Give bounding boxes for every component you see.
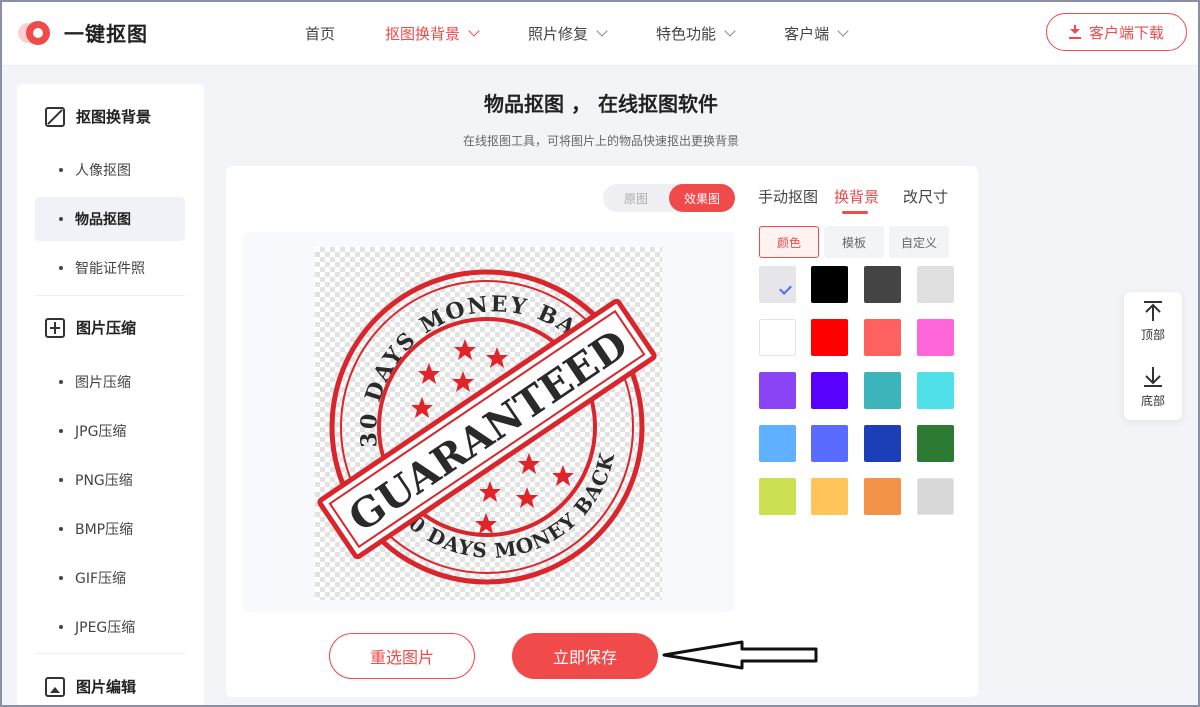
color-swatch[interactable]: [917, 319, 954, 356]
color-swatch[interactable]: [917, 478, 954, 515]
chevron-down-icon: [724, 24, 736, 37]
sidebar-section-label: 图片压缩: [76, 319, 137, 337]
color-swatch[interactable]: [864, 266, 901, 303]
sidebar-item-id-photo[interactable]: 智能证件照: [35, 246, 185, 290]
chevron-down-icon: [596, 24, 608, 37]
color-swatch[interactable]: [811, 319, 848, 356]
color-swatch[interactable]: [759, 372, 796, 409]
sidebar-divider: [35, 653, 185, 654]
color-swatch[interactable]: [917, 372, 954, 409]
color-swatch[interactable]: [864, 478, 901, 515]
sidebar-item-gif-compress[interactable]: GIF压缩: [35, 556, 185, 600]
sidebar-item-portrait-cutout[interactable]: 人像抠图: [35, 148, 185, 192]
editor-tabs: 手动抠图 换背景 改尺寸: [758, 186, 964, 214]
nav-features[interactable]: 特色功能: [656, 23, 736, 44]
annotation-arrow-icon: [662, 640, 818, 670]
main-nav: 首页 抠图换背景 照片修复 特色功能 客户端: [305, 0, 897, 66]
nav-features-label: 特色功能: [656, 24, 717, 43]
nav-home-label: 首页: [305, 24, 336, 43]
top-header: 一键抠图 首页 抠图换背景 照片修复 特色功能 客户端 客户端下载: [0, 0, 1200, 66]
scroll-top-button[interactable]: 顶部: [1124, 300, 1182, 360]
logo-icon: [16, 19, 52, 47]
color-swatch[interactable]: [811, 478, 848, 515]
background-subtabs: 颜色 模板 自定义: [759, 226, 954, 258]
sidebar-item-label: JPG压缩: [75, 424, 127, 440]
sidebar-item-bmp-compress[interactable]: BMP压缩: [35, 507, 185, 551]
nav-client[interactable]: 客户端: [784, 23, 849, 44]
sidebar-item-label: 图片压缩: [75, 375, 131, 391]
nav-photo-repair[interactable]: 照片修复: [528, 23, 608, 44]
arrow-down-icon: [1144, 367, 1162, 387]
tab-change-background[interactable]: 换背景: [834, 186, 879, 214]
color-swatch[interactable]: [811, 372, 848, 409]
tab-manual-cutout[interactable]: 手动抠图: [758, 186, 818, 207]
subtab-color[interactable]: 颜色: [759, 226, 819, 258]
download-icon: [1068, 25, 1081, 39]
color-swatch[interactable]: [759, 425, 796, 462]
sidebar-item-jpg-compress[interactable]: JPG压缩: [35, 409, 185, 453]
nav-photo-repair-label: 照片修复: [528, 24, 589, 43]
client-download-label: 客户端下载: [1088, 23, 1164, 42]
color-swatch[interactable]: [917, 425, 954, 462]
sidebar-section-image-edit[interactable]: 图片编辑: [17, 676, 204, 697]
client-download-button[interactable]: 客户端下载: [1046, 13, 1187, 51]
sidebar-section-compress[interactable]: 图片压缩: [17, 317, 204, 338]
app-title: 一键抠图: [64, 22, 148, 46]
scroll-bottom-button[interactable]: 底部: [1124, 366, 1182, 426]
nav-client-label: 客户端: [784, 24, 830, 43]
sidebar-item-label: 物品抠图: [75, 212, 131, 228]
color-swatch[interactable]: [811, 425, 848, 462]
toggle-original[interactable]: 原图: [603, 184, 669, 212]
cutout-icon: [45, 106, 65, 127]
color-swatch[interactable]: [759, 319, 796, 356]
subtab-custom[interactable]: 自定义: [889, 226, 949, 258]
sidebar-section-cutout[interactable]: 抠图换背景: [17, 106, 204, 127]
subtab-template[interactable]: 模板: [824, 226, 884, 258]
color-swatch[interactable]: [917, 266, 954, 303]
sidebar-item-object-cutout[interactable]: 物品抠图: [35, 197, 185, 241]
nav-cutout-label: 抠图换背景: [385, 24, 461, 43]
sidebar-item-label: GIF压缩: [75, 571, 127, 587]
color-swatch[interactable]: [759, 266, 796, 303]
scroll-top-label: 顶部: [1140, 328, 1165, 342]
nav-cutout[interactable]: 抠图换背景: [385, 23, 480, 44]
sidebar-item-jpeg-compress[interactable]: JPEG压缩: [35, 605, 185, 649]
arrow-up-icon: [1144, 301, 1162, 321]
sidebar-item-png-compress[interactable]: PNG压缩: [35, 458, 185, 502]
chevron-down-icon: [837, 24, 849, 37]
sidebar-item-image-compress[interactable]: 图片压缩: [35, 360, 185, 404]
color-swatch[interactable]: [759, 478, 796, 515]
save-now-button[interactable]: 立即保存: [512, 633, 658, 679]
sidebar: 抠图换背景 人像抠图 物品抠图 智能证件照 图片压缩 图片压缩 JPG压缩 PN…: [17, 84, 204, 707]
sidebar-item-label: BMP压缩: [75, 522, 134, 538]
page-subtitle: 在线抠图工具，可将图片上的物品快速抠出更换背景: [462, 134, 739, 148]
sidebar-item-label: 智能证件照: [75, 261, 145, 277]
sidebar-item-label: PNG压缩: [75, 473, 133, 489]
sidebar-item-label: JPEG压缩: [75, 620, 136, 636]
color-swatch[interactable]: [864, 372, 901, 409]
sidebar-item-label: 人像抠图: [75, 163, 131, 179]
toggle-result[interactable]: 效果图: [669, 184, 735, 212]
app-logo[interactable]: 一键抠图: [16, 18, 148, 47]
color-swatch[interactable]: [864, 319, 901, 356]
page-title: 物品抠图 ， 在线抠图软件: [484, 92, 718, 116]
view-toggle: 原图 效果图: [603, 184, 735, 212]
sidebar-section-label: 抠图换背景: [76, 108, 152, 126]
scroll-float-panel: 顶部 底部: [1124, 292, 1182, 420]
color-swatch[interactable]: [811, 266, 848, 303]
reselect-image-button[interactable]: 重选图片: [329, 633, 475, 679]
image-edit-icon: [45, 676, 65, 697]
scroll-bottom-label: 底部: [1140, 394, 1165, 408]
sidebar-divider: [35, 295, 185, 296]
compress-icon: [45, 317, 65, 338]
tab-resize[interactable]: 改尺寸: [903, 186, 948, 207]
color-swatch[interactable]: [864, 425, 901, 462]
sidebar-section-label: 图片编辑: [76, 678, 137, 696]
result-image: 30 DAYS MONEY BACK 30 DAYS MONEY BACK GU…: [315, 247, 657, 585]
nav-home[interactable]: 首页: [305, 23, 335, 44]
chevron-down-icon: [468, 24, 480, 37]
